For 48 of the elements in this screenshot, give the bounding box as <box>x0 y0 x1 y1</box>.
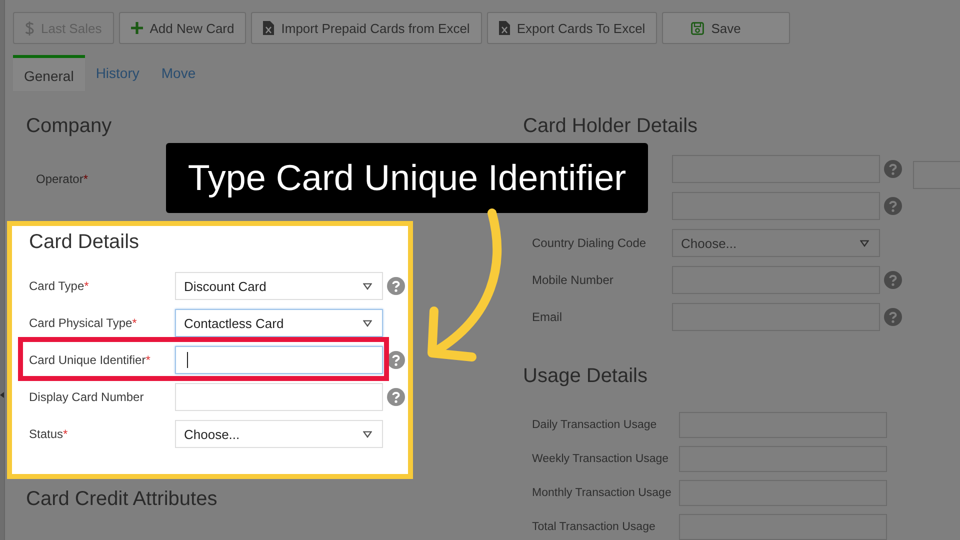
field-label: Display Card Number <box>29 390 145 404</box>
spreadsheet-file-icon <box>263 21 274 35</box>
section-title: Card Credit Attributes <box>26 487 218 512</box>
caret-icon <box>363 282 372 290</box>
dropdown[interactable]: Choose... <box>175 420 383 448</box>
save-icon <box>691 22 704 34</box>
field-label: Status* <box>29 427 69 441</box>
plus-icon <box>130 22 143 34</box>
help-icon[interactable] <box>884 308 902 326</box>
tab[interactable]: General <box>13 55 85 91</box>
field-label: Daily Transaction Usage <box>531 419 658 431</box>
help-icon[interactable] <box>387 351 405 369</box>
section-title: Card Holder Details <box>523 114 699 139</box>
field-label: Mobile Number <box>531 273 614 287</box>
callout-banner: Type Card Unique Identifier <box>166 143 648 213</box>
field-label: Card Physical Type* <box>29 316 138 330</box>
field-label: Email <box>531 310 564 324</box>
dropdown[interactable]: Discount Card <box>175 272 383 300</box>
dropdown[interactable]: Choose... <box>672 229 880 257</box>
dollar-icon <box>25 20 34 36</box>
tab[interactable]: History <box>84 55 150 91</box>
field-label: Monthly Transaction Usage <box>531 487 672 499</box>
field-label: Total Transaction Usage <box>531 521 656 533</box>
input-field[interactable] <box>175 346 383 374</box>
caret-icon <box>860 240 869 246</box>
toolbar-button[interactable]: Export Cards To Excel <box>486 12 658 44</box>
collapse-icon[interactable] <box>0 392 4 398</box>
help-icon[interactable] <box>387 388 405 406</box>
field-label: Operator* <box>36 172 90 186</box>
caret-icon <box>363 320 372 326</box>
field-label: Country Dialing Code <box>531 236 648 250</box>
tab[interactable]: Move <box>150 55 207 91</box>
help-icon[interactable] <box>387 277 405 295</box>
field-label: Card Unique Identifier* <box>29 353 152 367</box>
toolbar-button[interactable]: Import Prepaid Cards from Excel <box>251 12 482 44</box>
section-title: Company <box>26 114 113 139</box>
field-label: Card Type* <box>29 279 90 293</box>
section-title: Usage Details <box>523 364 649 389</box>
dropdown[interactable]: Contactless Card <box>175 309 383 337</box>
spreadsheet-file-icon <box>498 21 510 35</box>
toolbar-button[interactable]: Save <box>662 12 790 44</box>
toolbar-button[interactable]: Add New Card <box>118 12 246 44</box>
section-title: Card Details <box>29 230 140 255</box>
field-label: Weekly Transaction Usage <box>531 453 670 465</box>
help-icon[interactable] <box>884 160 902 178</box>
caret-icon <box>363 430 372 438</box>
help-icon[interactable] <box>884 197 902 215</box>
help-icon[interactable] <box>884 271 902 289</box>
